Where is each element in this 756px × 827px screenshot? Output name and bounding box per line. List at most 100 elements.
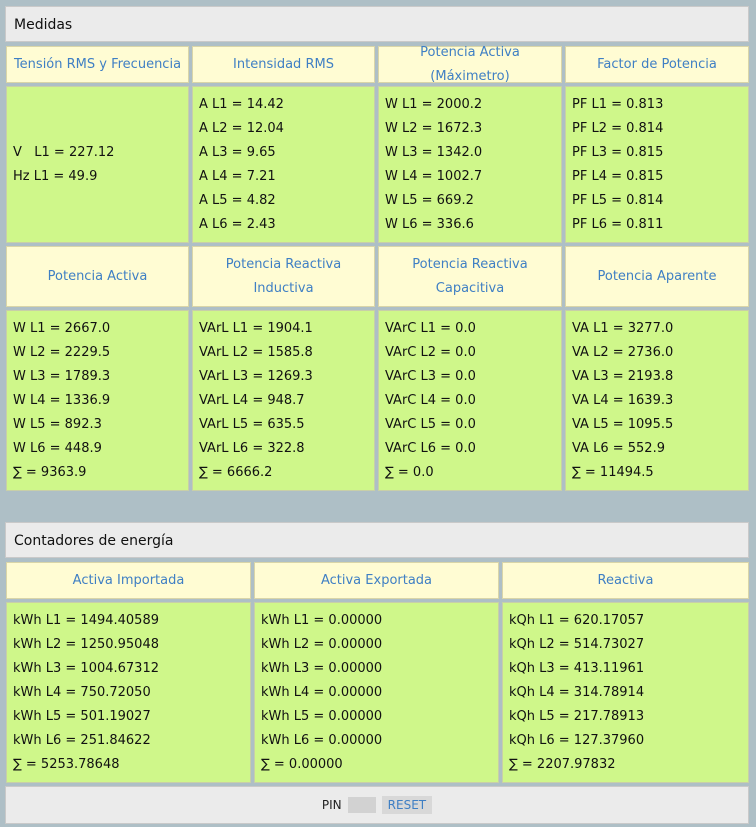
pin-label: PIN (321, 798, 342, 812)
total-line: ∑ = 9363.9 (13, 464, 87, 480)
values-factor-potencia: PF L1 = 0.813 PF L2 = 0.814 PF L3 = 0.81… (565, 86, 749, 243)
value-line: kQh L5 = 217.78913 (509, 708, 645, 724)
values-reactiva: kQh L1 = 620.17057 kQh L2 = 514.73027 kQ… (502, 602, 749, 783)
value-line: VArC L5 = 0.0 (385, 416, 476, 432)
medidas-title: Medidas (5, 6, 749, 42)
header-label: Potencia Aparente (597, 268, 717, 284)
value-line: kWh L6 = 251.84622 (13, 732, 151, 748)
value-line: VArC L4 = 0.0 (385, 392, 476, 408)
value-line: A L2 = 12.04 (199, 120, 284, 136)
value-line: VA L2 = 2736.0 (572, 344, 674, 360)
header-label: Potencia Reactiva Capacitiva (412, 256, 528, 296)
value-line: VArL L6 = 322.8 (199, 440, 305, 456)
reset-bar: PIN RESET (5, 786, 749, 824)
value-line: kQh L2 = 514.73027 (509, 636, 645, 652)
values-activa-exportada: kWh L1 = 0.00000 kWh L2 = 0.00000 kWh L3… (254, 602, 499, 783)
value-line: kWh L4 = 0.00000 (261, 684, 383, 700)
value-line: A L3 = 9.65 (199, 144, 276, 160)
value-line: W L4 = 1002.7 (385, 168, 483, 184)
total-line: ∑ = 11494.5 (572, 464, 654, 480)
value-line: kQh L6 = 127.37960 (509, 732, 645, 748)
value-line: kWh L1 = 1494.40589 (13, 612, 159, 628)
value-line: W L2 = 2229.5 (13, 344, 111, 360)
value-line: PF L3 = 0.815 (572, 144, 664, 160)
value-line: kWh L6 = 0.00000 (261, 732, 383, 748)
value-line: kQh L1 = 620.17057 (509, 612, 645, 628)
header-label: Intensidad RMS (233, 56, 334, 72)
value-line: kQh L3 = 413.11961 (509, 660, 645, 676)
header-label: Potencia Reactiva Inductiva (225, 256, 342, 296)
value-line: VArC L3 = 0.0 (385, 368, 476, 384)
value-line: W L5 = 669.2 (385, 192, 474, 208)
value-line: VArL L5 = 635.5 (199, 416, 305, 432)
header-factor-potencia: Factor de Potencia (565, 46, 749, 83)
total-line: ∑ = 6666.2 (199, 464, 273, 480)
header-label: Factor de Potencia (597, 56, 717, 72)
header-potencia-aparente: Potencia Aparente (565, 246, 749, 307)
value-line: W L4 = 1336.9 (13, 392, 111, 408)
value-line: kWh L5 = 501.19027 (13, 708, 151, 724)
value-line: VArC L1 = 0.0 (385, 320, 476, 336)
value-line: kQh L4 = 314.78914 (509, 684, 645, 700)
value-line: kWh L3 = 0.00000 (261, 660, 383, 676)
header-label: Potencia Activa (47, 268, 148, 284)
values-potencia-activa-maximetro: W L1 = 2000.2 W L2 = 1672.3 W L3 = 1342.… (378, 86, 562, 243)
reset-button[interactable]: RESET (381, 796, 433, 814)
value-line: W L1 = 2667.0 (13, 320, 111, 336)
value-line: VA L5 = 1095.5 (572, 416, 674, 432)
values-potencia-aparente: VA L1 = 3277.0 VA L2 = 2736.0 VA L3 = 21… (565, 310, 749, 491)
value-line: A L4 = 7.21 (199, 168, 276, 184)
values-tension-rms: V L1 = 227.12 Hz L1 = 49.9 (6, 86, 189, 243)
value-line: Hz L1 = 49.9 (13, 168, 98, 184)
value-line: VArC L6 = 0.0 (385, 440, 476, 456)
value-line: VArL L4 = 948.7 (199, 392, 305, 408)
header-label: Reactiva (597, 572, 654, 588)
value-line: kWh L4 = 750.72050 (13, 684, 151, 700)
values-potencia-reactiva-capacitiva: VArC L1 = 0.0 VArC L2 = 0.0 VArC L3 = 0.… (378, 310, 562, 491)
pin-input[interactable] (347, 797, 376, 813)
value-line: PF L5 = 0.814 (572, 192, 664, 208)
value-line: W L2 = 1672.3 (385, 120, 483, 136)
value-line: kWh L3 = 1004.67312 (13, 660, 159, 676)
value-line: A L5 = 4.82 (199, 192, 276, 208)
value-line: VA L4 = 1639.3 (572, 392, 674, 408)
values-potencia-reactiva-inductiva: VArL L1 = 1904.1 VArL L2 = 1585.8 VArL L… (192, 310, 375, 491)
value-line: W L5 = 892.3 (13, 416, 102, 432)
value-line: VArC L2 = 0.0 (385, 344, 476, 360)
value-line: VArL L3 = 1269.3 (199, 368, 313, 384)
value-line: PF L2 = 0.814 (572, 120, 664, 136)
value-line: PF L1 = 0.813 (572, 96, 664, 112)
value-line: kWh L1 = 0.00000 (261, 612, 383, 628)
value-line: VA L1 = 3277.0 (572, 320, 674, 336)
value-line: W L6 = 448.9 (13, 440, 102, 456)
value-line: A L1 = 14.42 (199, 96, 284, 112)
header-potencia-activa-maximetro: Potencia Activa (Máximetro) (378, 45, 562, 84)
value-line: kWh L2 = 1250.95048 (13, 636, 159, 652)
values-intensidad-rms: A L1 = 14.42 A L2 = 12.04 A L3 = 9.65 A … (192, 86, 375, 243)
value-line: V L1 = 227.12 (13, 144, 115, 160)
value-line: VArL L1 = 1904.1 (199, 320, 313, 336)
header-potencia-reactiva-inductiva: Potencia Reactiva Inductiva (192, 246, 375, 307)
total-line: ∑ = 2207.97832 (509, 756, 616, 772)
value-line: W L1 = 2000.2 (385, 96, 483, 112)
header-intensidad-rms: Intensidad RMS (192, 46, 375, 83)
value-line: VA L3 = 2193.8 (572, 368, 674, 384)
total-line: ∑ = 0.0 (385, 464, 434, 480)
value-line: A L6 = 2.43 (199, 216, 276, 232)
values-activa-importada: kWh L1 = 1494.40589 kWh L2 = 1250.95048 … (6, 602, 251, 783)
header-tension-rms: Tensión RMS y Frecuencia (6, 46, 189, 83)
header-label: Potencia Activa (Máximetro) (420, 44, 520, 84)
values-potencia-activa: W L1 = 2667.0 W L2 = 2229.5 W L3 = 1789.… (6, 310, 189, 491)
header-reactiva: Reactiva (502, 562, 749, 599)
header-label: Activa Importada (72, 572, 185, 588)
header-potencia-activa: Potencia Activa (6, 246, 189, 307)
value-line: VArL L2 = 1585.8 (199, 344, 313, 360)
value-line: W L3 = 1342.0 (385, 144, 483, 160)
header-activa-exportada: Activa Exportada (254, 562, 499, 599)
value-line: kWh L2 = 0.00000 (261, 636, 383, 652)
value-line: PF L6 = 0.811 (572, 216, 664, 232)
total-line: ∑ = 0.00000 (261, 756, 343, 772)
header-activa-importada: Activa Importada (6, 562, 251, 599)
header-label: Activa Exportada (320, 572, 433, 588)
value-line: W L3 = 1789.3 (13, 368, 111, 384)
